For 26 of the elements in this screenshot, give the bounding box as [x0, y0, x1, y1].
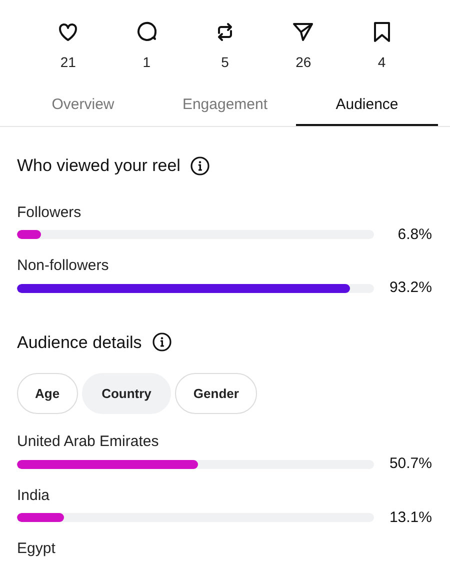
- section-title: Audience details: [17, 332, 142, 354]
- percentage: 93.2%: [389, 278, 432, 298]
- filter-chip[interactable]: Country: [82, 373, 172, 414]
- stat-count: 1: [142, 53, 150, 72]
- send-icon: [291, 20, 316, 44]
- row-label: United Arab Emirates: [17, 432, 160, 452]
- info-icon[interactable]: [152, 332, 172, 352]
- filter-chip[interactable]: Gender: [175, 373, 257, 414]
- stat-count: 26: [296, 53, 312, 72]
- tab[interactable]: Engagement: [154, 87, 296, 126]
- stat-count: 4: [378, 53, 386, 72]
- percentage: 13.1%: [389, 508, 432, 528]
- tab[interactable]: Audience: [296, 87, 438, 126]
- row-label: Non-followers: [17, 256, 110, 276]
- percentage: 6.8%: [398, 224, 432, 244]
- stat-count: 21: [60, 53, 76, 72]
- stat-count: 5: [221, 53, 229, 72]
- row-label: Egypt: [17, 539, 56, 559]
- percentage: 50.7%: [389, 454, 432, 474]
- comment-icon: [134, 20, 159, 44]
- info-icon[interactable]: [190, 156, 210, 176]
- section-title: Who viewed your reel: [17, 155, 180, 177]
- row-label: India: [17, 486, 51, 506]
- row-label: Followers: [17, 202, 82, 222]
- tab[interactable]: Overview: [12, 87, 154, 126]
- filter-chip[interactable]: Age: [17, 373, 78, 414]
